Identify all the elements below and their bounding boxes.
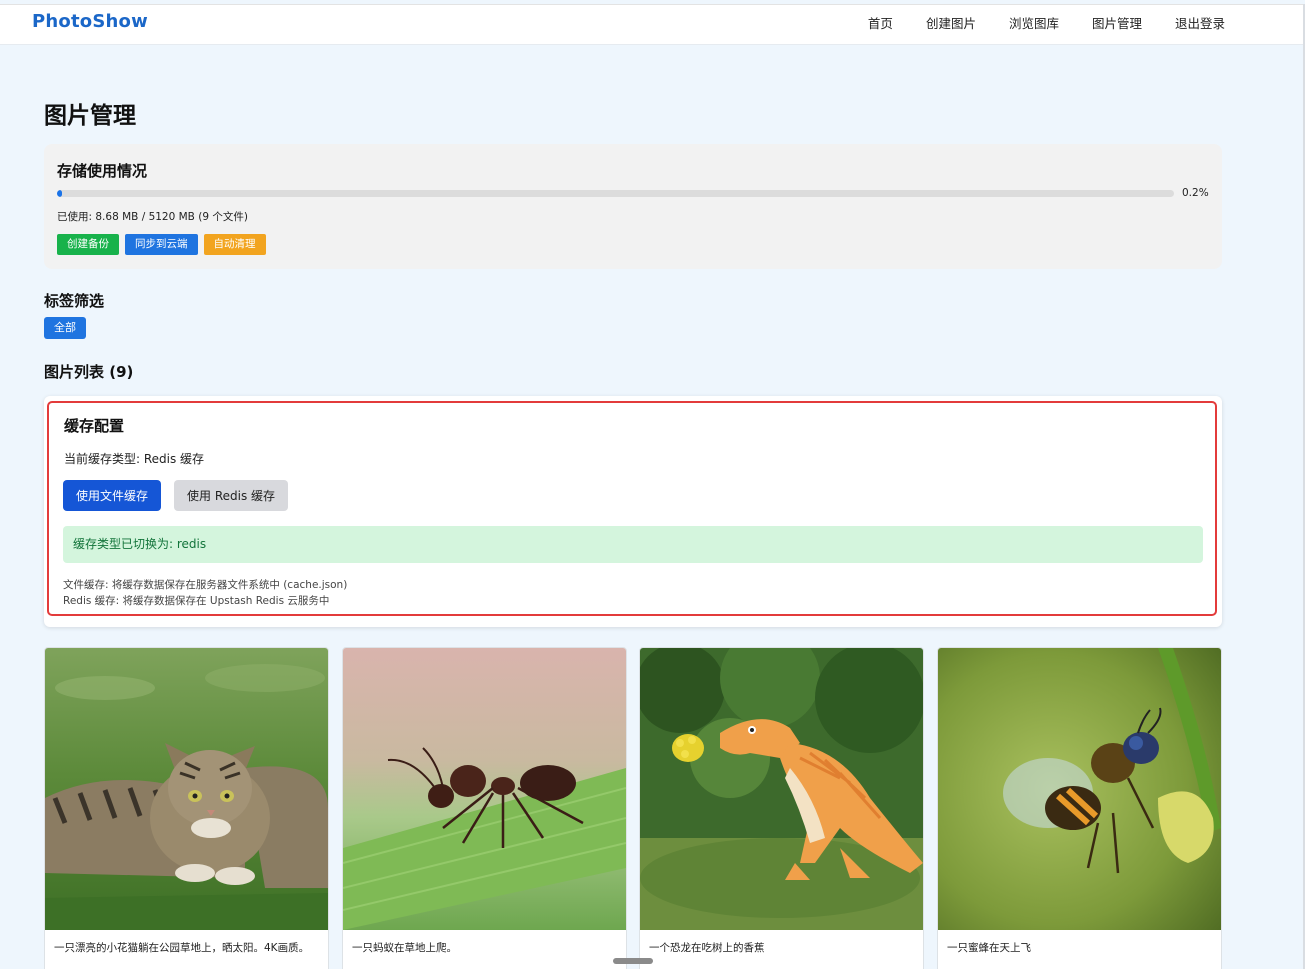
dinosaur-photo[interactable] bbox=[640, 648, 923, 930]
storage-actions: 创建备份 同步到云端 自动清理 bbox=[57, 234, 266, 255]
image-card[interactable]: 一个恐龙在吃树上的香蕉 bbox=[639, 647, 924, 969]
create-backup-button[interactable]: 创建备份 bbox=[57, 234, 119, 255]
tag-all-button[interactable]: 全部 bbox=[44, 317, 86, 339]
bee-photo[interactable] bbox=[938, 648, 1221, 930]
use-redis-cache-button[interactable]: 使用 Redis 缓存 bbox=[174, 480, 289, 511]
nav-home[interactable]: 首页 bbox=[868, 13, 893, 32]
nav-logout[interactable]: 退出登录 bbox=[1175, 13, 1225, 32]
storage-title: 存储使用情况 bbox=[57, 162, 148, 180]
image-caption: 一只蜜蜂在天上飞 bbox=[947, 942, 1031, 954]
sync-cloud-button[interactable]: 同步到云端 bbox=[125, 234, 198, 255]
image-card[interactable]: 一只蜜蜂在天上飞 bbox=[937, 647, 1222, 969]
storage-usage-text: 已使用: 8.68 MB / 5120 MB (9 个文件) bbox=[57, 211, 248, 223]
image-list-title: 图片列表 (9) bbox=[44, 363, 134, 381]
auto-clean-button[interactable]: 自动清理 bbox=[203, 234, 266, 255]
storage-percent: 0.2% bbox=[1182, 187, 1209, 199]
use-file-cache-button[interactable]: 使用文件缓存 bbox=[63, 480, 162, 511]
image-caption: 一个恐龙在吃树上的香蕉 bbox=[649, 942, 765, 954]
ant-photo[interactable] bbox=[343, 648, 626, 930]
storage-progress-fill bbox=[57, 190, 63, 197]
image-caption: 一只漂亮的小花猫躺在公园草地上，晒太阳。4K画质。 bbox=[54, 942, 310, 954]
top-navbar: PhotoShow 首页 创建图片 浏览图库 图片管理 退出登录 bbox=[0, 4, 1305, 45]
image-caption: 一只蚂蚁在草地上爬。 bbox=[352, 942, 457, 954]
cache-config-title: 缓存配置 bbox=[64, 417, 125, 435]
cache-success-message: 缓存类型已切换为: redis bbox=[63, 526, 1203, 563]
nav-browse-gallery[interactable]: 浏览图库 bbox=[1009, 13, 1059, 32]
tag-filter-title: 标签筛选 bbox=[44, 292, 105, 310]
current-cache-type: 当前缓存类型: Redis 缓存 bbox=[64, 452, 205, 466]
cache-type-buttons: 使用文件缓存 使用 Redis 缓存 bbox=[63, 480, 289, 511]
image-card[interactable]: 一只蚂蚁在草地上爬。 bbox=[342, 647, 627, 969]
image-card[interactable]: 一只漂亮的小花猫躺在公园草地上，晒太阳。4K画质。 bbox=[44, 647, 329, 969]
nav-create-image[interactable]: 创建图片 bbox=[926, 13, 976, 32]
nav-image-management[interactable]: 图片管理 bbox=[1092, 13, 1142, 32]
main-nav: 首页 创建图片 浏览图库 图片管理 退出登录 bbox=[868, 13, 1225, 32]
cache-config-card: 缓存配置 当前缓存类型: Redis 缓存 使用文件缓存 使用 Redis 缓存… bbox=[44, 396, 1222, 627]
redis-cache-note: Redis 缓存: 将缓存数据保存在 Upstash Redis 云服务中 bbox=[63, 595, 330, 607]
storage-progress-bar bbox=[57, 190, 1174, 197]
storage-panel: 存储使用情况 0.2% 已使用: 8.68 MB / 5120 MB (9 个文… bbox=[44, 144, 1222, 269]
scroll-indicator[interactable] bbox=[613, 958, 653, 964]
cat-photo[interactable] bbox=[45, 648, 328, 930]
file-cache-note: 文件缓存: 将缓存数据保存在服务器文件系统中 (cache.json) bbox=[63, 579, 348, 591]
page-title: 图片管理 bbox=[44, 103, 136, 129]
brand-logo[interactable]: PhotoShow bbox=[32, 11, 148, 32]
